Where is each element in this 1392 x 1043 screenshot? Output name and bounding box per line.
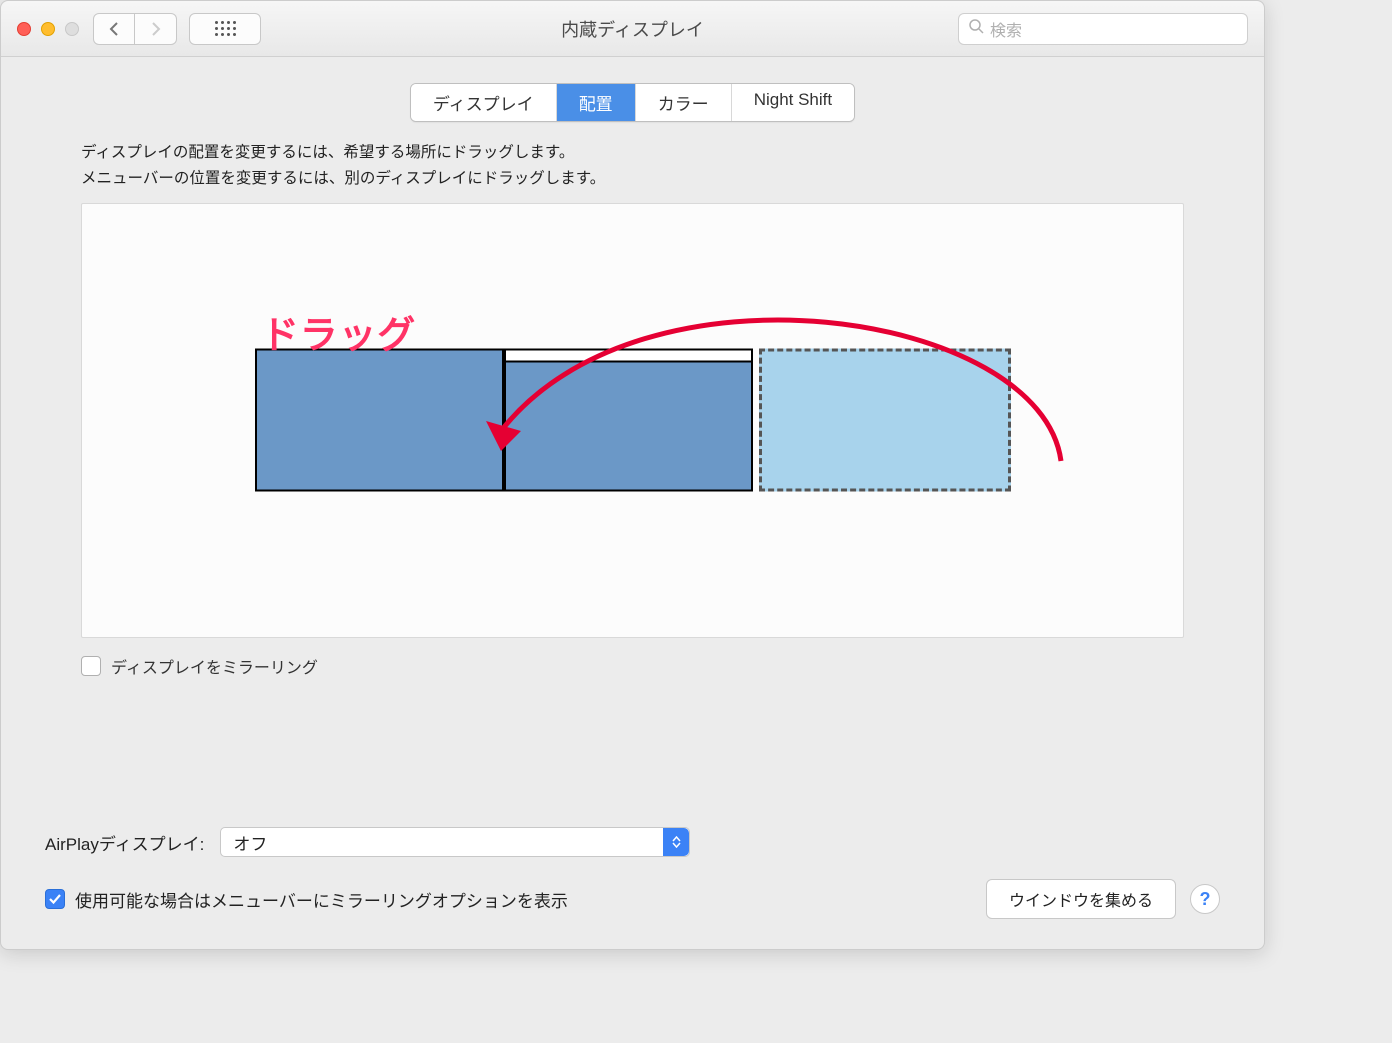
mirror-checkbox[interactable] [81, 656, 101, 676]
content-area: ディスプレイ 配置 カラー Night Shift ディスプレイの配置を変更する… [1, 57, 1264, 714]
tab-night-shift[interactable]: Night Shift [732, 84, 854, 121]
forward-button[interactable] [135, 13, 177, 45]
instruction-line1: ディスプレイの配置を変更するには、希望する場所にドラッグします。 [81, 140, 1210, 166]
display-target[interactable] [255, 349, 504, 492]
preferences-window: 内蔵ディスプレイ 検索 ディスプレイ 配置 カラー Night Shift ディ… [0, 0, 1265, 950]
traffic-lights [17, 22, 79, 36]
search-placeholder: 検索 [990, 17, 1022, 41]
search-icon [969, 19, 984, 39]
tab-display[interactable]: ディスプレイ [411, 84, 557, 121]
search-input[interactable]: 検索 [958, 13, 1248, 45]
segmented-control: ディスプレイ 配置 カラー Night Shift [410, 83, 855, 122]
help-button[interactable]: ? [1190, 884, 1220, 914]
annotation-drag-label: ドラッグ [261, 304, 416, 359]
mirror-label: ディスプレイをミラーリング [111, 654, 318, 678]
tab-arrangement[interactable]: 配置 [557, 84, 636, 121]
instruction-line2: メニューバーの位置を変更するには、別のディスプレイにドラッグします。 [81, 166, 1210, 192]
airplay-value: オフ [233, 830, 267, 855]
nav-buttons [93, 13, 177, 45]
show-mirror-checkbox[interactable] [45, 889, 65, 909]
menubar-indicator[interactable] [506, 351, 751, 363]
airplay-row: AirPlayディスプレイ: オフ [45, 827, 1220, 857]
show-mirror-label: 使用可能な場合はメニューバーにミラーリングオプションを表示 [75, 887, 568, 912]
instructions: ディスプレイの配置を変更するには、希望する場所にドラッグします。 メニューバーの… [81, 140, 1210, 193]
display-primary[interactable] [504, 349, 753, 492]
select-handle-icon [663, 828, 689, 856]
tab-color[interactable]: カラー [636, 84, 732, 121]
help-icon: ? [1200, 889, 1211, 910]
zoom-icon[interactable] [65, 22, 79, 36]
mirror-option-row: 使用可能な場合はメニューバーにミラーリングオプションを表示 ウインドウを集める … [45, 879, 1220, 919]
grid-icon [215, 21, 236, 36]
mirror-row: ディスプレイをミラーリング [81, 654, 1184, 678]
display-group [255, 349, 1011, 492]
airplay-label: AirPlayディスプレイ: [45, 830, 204, 855]
arrangement-box[interactable] [81, 203, 1184, 638]
bottom-controls: AirPlayディスプレイ: オフ 使用可能な場合はメニューバーにミラーリングオ… [1, 827, 1264, 919]
tab-bar: ディスプレイ 配置 カラー Night Shift [55, 83, 1210, 122]
gather-windows-button[interactable]: ウインドウを集める [986, 879, 1176, 919]
close-icon[interactable] [17, 22, 31, 36]
back-button[interactable] [93, 13, 135, 45]
titlebar: 内蔵ディスプレイ 検索 [1, 1, 1264, 57]
arrangement-panel: ディスプレイの配置を変更するには、希望する場所にドラッグします。 メニューバーの… [55, 140, 1210, 678]
minimize-icon[interactable] [41, 22, 55, 36]
airplay-select[interactable]: オフ [220, 827, 690, 857]
display-ghost[interactable] [759, 349, 1011, 492]
show-all-button[interactable] [189, 13, 261, 45]
